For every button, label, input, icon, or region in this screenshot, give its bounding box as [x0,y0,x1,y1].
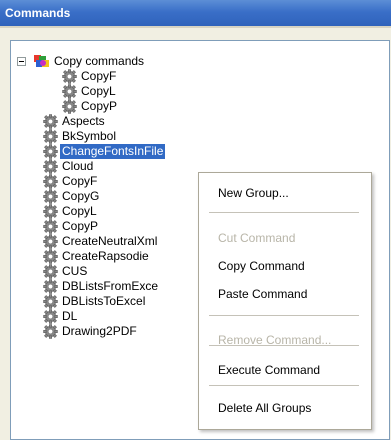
menu-item-copy-command[interactable]: Copy Command [199,254,371,278]
tree-item-label: ChangeFontsInFile [60,144,166,159]
tree-item-label: DBListsFromExce [62,279,159,293]
gear-icon [43,219,58,234]
menu-item-paste-command[interactable]: Paste Command [199,282,371,306]
menu-item-execute-command[interactable]: Execute Command [199,358,371,382]
gear-icon [43,279,58,294]
title-bar-divider [0,26,391,28]
gear-icon [43,129,58,144]
tree-item-label: CopyP [81,99,118,113]
tree-item-label: DL [62,309,78,323]
menu-separator [209,315,359,316]
gear-icon [43,234,58,249]
tree-item-label: Cloud [62,159,94,173]
gear-icon [43,189,58,204]
gear-icon [43,264,58,279]
menu-separator [209,385,359,386]
gear-icon [62,69,77,84]
gear-icon [62,99,77,114]
gear-icon [43,114,58,129]
tree-item-label: CopyF [81,69,117,83]
tree-item-label: CreateNeutralXml [62,234,158,248]
menu-item-new-group[interactable]: New Group... [199,181,371,205]
gear-icon [43,204,58,219]
gear-icon [43,174,58,189]
window-title: Commands [5,6,71,20]
tree-item-label: CopyL [81,84,116,98]
tree-item-label: CreateRapsodie [62,249,149,263]
tree-item-label: BkSymbol [62,129,117,143]
group-icon [33,54,49,69]
menu-item-delete-all-groups[interactable]: Delete All Groups [199,396,371,420]
tree-item-label: Aspects [62,114,105,128]
tree-item-label: CopyG [62,189,100,203]
gear-icon [43,249,58,264]
menu-item-cut-command: Cut Command [218,231,296,245]
tree-item-label: CopyP [62,219,99,233]
gear-icon [43,159,58,174]
tree-item-label: CopyL [62,204,97,218]
menu-separator [209,212,359,213]
tree-group-label: Copy commands [54,54,145,68]
menu-separator [209,345,359,346]
tree-item-label: CUS [62,264,88,278]
collapse-toggle[interactable] [17,57,26,66]
context-menu: New Group... Cut Command Copy Command Paste… [198,172,372,430]
gear-icon [62,84,77,99]
gear-icon [43,324,58,339]
gear-icon [43,309,58,324]
gear-icon [43,294,58,309]
gear-icon [43,144,58,159]
tree-item-label: CopyF [62,174,98,188]
tree-item-label: DBListsToExcel [62,294,146,308]
menu-item-remove-command: Remove Command... [218,333,332,347]
window-title-bar: Commands [0,0,391,26]
tree-item-label: Drawing2PDF [62,324,137,338]
